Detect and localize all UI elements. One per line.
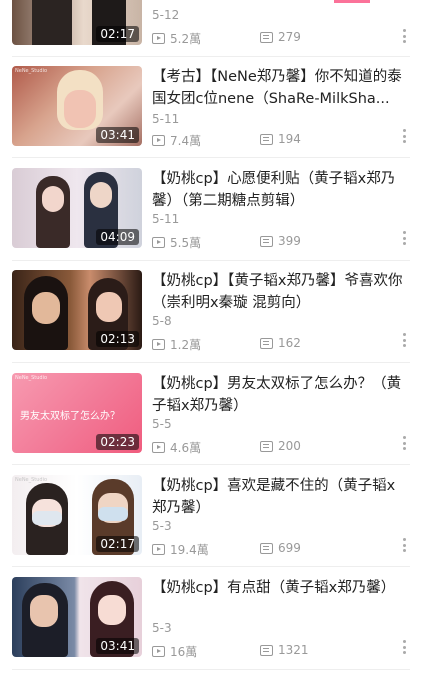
play-count-icon xyxy=(152,339,165,350)
video-title[interactable]: 【奶桃cp】【黄子韬x郑乃馨】爷喜欢你（崇利明x秦璇 混剪向） xyxy=(152,270,407,314)
danmaku-icon xyxy=(260,440,273,452)
more-options-icon[interactable] xyxy=(402,538,406,552)
video-thumbnail[interactable]: 02:17 xyxy=(12,0,142,45)
video-item[interactable]: NeNe_Studio 男友太双标了怎么办？ 02:23 【奶桃cp】男友太双标… xyxy=(0,373,422,467)
more-options-icon[interactable] xyxy=(402,436,406,450)
thumbnail-caption: 男友太双标了怎么办？ xyxy=(20,411,120,422)
video-date: 5-5 xyxy=(152,417,172,431)
danmaku-count: 399 xyxy=(278,234,301,248)
danmaku-icon xyxy=(260,644,273,656)
danmaku-count: 200 xyxy=(278,439,301,453)
divider xyxy=(12,566,410,567)
danmaku-icon xyxy=(260,235,273,247)
view-count: 5.5萬 xyxy=(170,236,202,250)
video-item[interactable]: 03:41 【奶桃cp】有点甜（黄子韬x郑乃馨） 5-3 16萬 1321 xyxy=(0,577,422,671)
video-thumbnail[interactable]: NeNe_Studio 男友太双标了怎么办？ 02:23 xyxy=(12,373,142,453)
divider xyxy=(12,669,410,670)
video-title[interactable]: 【奶桃cp】男友太双标了怎么办？（黄子韬x郑乃馨） xyxy=(152,373,407,417)
video-stats: 7.4萬 194 xyxy=(152,132,407,148)
video-item[interactable]: 02:13 【奶桃cp】【黄子韬x郑乃馨】爷喜欢你（崇利明x秦璇 混剪向） 5-… xyxy=(0,270,422,364)
video-stats: 5.2萬 279 xyxy=(152,30,407,46)
video-thumbnail[interactable]: 02:13 xyxy=(12,270,142,350)
more-options-icon[interactable] xyxy=(402,333,406,347)
danmaku-icon xyxy=(260,337,273,349)
video-stats: 4.6萬 200 xyxy=(152,439,407,455)
more-options-icon[interactable] xyxy=(402,640,406,654)
video-duration: 02:17 xyxy=(96,26,139,42)
danmaku-count: 162 xyxy=(278,336,301,350)
video-duration: 02:23 xyxy=(96,434,139,450)
video-duration: 02:13 xyxy=(96,331,139,347)
view-count: 1.2萬 xyxy=(170,338,202,352)
video-duration: 04:09 xyxy=(96,229,139,245)
danmaku-icon xyxy=(260,133,273,145)
view-count: 7.4萬 xyxy=(170,134,202,148)
play-count-icon xyxy=(152,33,165,44)
video-date: 5-12 xyxy=(152,8,180,22)
video-thumbnail[interactable]: 04:09 xyxy=(12,168,142,248)
video-date: 5-3 xyxy=(152,519,172,533)
video-date: 5-11 xyxy=(152,212,180,226)
danmaku-count: 194 xyxy=(278,132,301,146)
video-duration: 03:41 xyxy=(96,127,139,143)
video-thumbnail[interactable]: NeNe_Studio 02:17 xyxy=(12,475,142,555)
video-duration: 03:41 xyxy=(96,638,139,654)
video-title[interactable]: 【考古】【NeNe郑乃馨】你不知道的泰国女团c位nene（ShaRe-MilkS… xyxy=(152,66,407,110)
video-item[interactable]: 04:09 【奶桃cp】心愿便利贴（黄子韬x郑乃馨）（第二期糖点剪辑） 5-11… xyxy=(0,168,422,262)
danmaku-icon xyxy=(260,542,273,554)
video-item[interactable]: NeNe_Studio 03:41 【考古】【NeNe郑乃馨】你不知道的泰国女团… xyxy=(0,66,422,160)
video-title[interactable]: 【奶桃cp】喜欢是藏不住的（黄子韬x郑乃馨） xyxy=(152,475,407,519)
more-options-icon[interactable] xyxy=(402,29,406,43)
divider xyxy=(12,362,410,363)
divider xyxy=(12,56,410,57)
more-options-icon[interactable] xyxy=(402,231,406,245)
danmaku-icon xyxy=(260,31,273,43)
view-count: 16萬 xyxy=(170,645,198,659)
divider xyxy=(12,260,410,261)
video-thumbnail[interactable]: 03:41 xyxy=(12,577,142,657)
video-duration: 02:17 xyxy=(96,536,139,552)
video-item[interactable]: 02:17 5-12 5.2萬 279 xyxy=(0,0,422,58)
play-count-icon xyxy=(152,237,165,248)
danmaku-count: 1321 xyxy=(278,643,309,657)
danmaku-count: 699 xyxy=(278,541,301,555)
view-count: 19.4萬 xyxy=(170,543,209,557)
video-date: 5-8 xyxy=(152,314,172,328)
more-options-icon[interactable] xyxy=(402,129,406,143)
play-count-icon xyxy=(152,544,165,555)
video-stats: 1.2萬 162 xyxy=(152,336,407,352)
video-title[interactable]: 【奶桃cp】心愿便利贴（黄子韬x郑乃馨）（第二期糖点剪辑） xyxy=(152,168,407,212)
play-count-icon xyxy=(152,646,165,657)
view-count: 5.2萬 xyxy=(170,32,202,46)
play-count-icon xyxy=(152,135,165,146)
video-title[interactable]: 【奶桃cp】有点甜（黄子韬x郑乃馨） xyxy=(152,577,407,621)
video-date: 5-3 xyxy=(152,621,172,635)
video-item[interactable]: NeNe_Studio 02:17 【奶桃cp】喜欢是藏不住的（黄子韬x郑乃馨）… xyxy=(0,475,422,569)
divider xyxy=(12,464,410,465)
view-count: 4.6萬 xyxy=(170,441,202,455)
video-date: 5-11 xyxy=(152,112,180,126)
video-stats: 16萬 1321 xyxy=(152,643,407,659)
video-stats: 5.5萬 399 xyxy=(152,234,407,250)
danmaku-count: 279 xyxy=(278,30,301,44)
divider xyxy=(12,157,410,158)
video-thumbnail[interactable]: NeNe_Studio 03:41 xyxy=(12,66,142,146)
play-count-icon xyxy=(152,442,165,453)
video-stats: 19.4萬 699 xyxy=(152,541,407,557)
